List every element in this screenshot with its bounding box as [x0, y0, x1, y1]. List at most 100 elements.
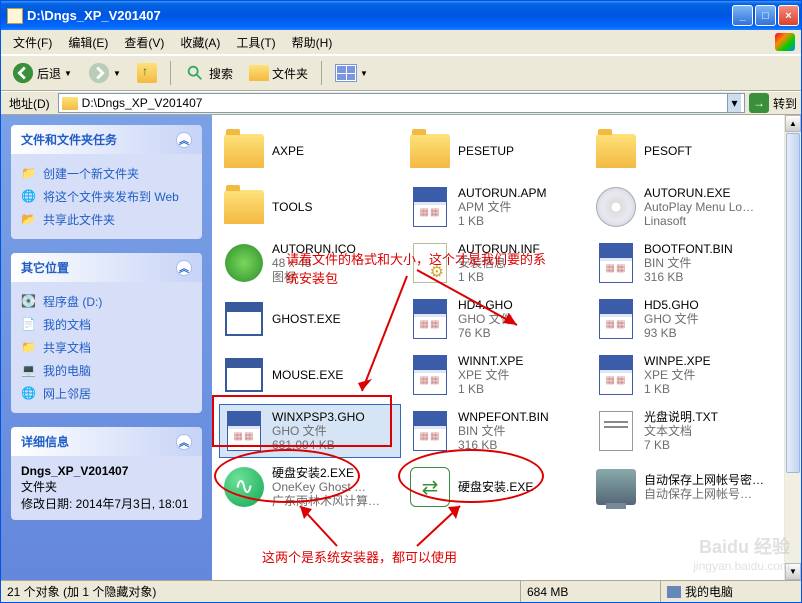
file-tile[interactable]: WINNT.XPEXPE 文件1 KB	[406, 349, 586, 401]
file-cal-icon	[594, 241, 638, 285]
file-name: GHOST.EXE	[272, 312, 341, 326]
file-name: AXPE	[272, 144, 304, 158]
task-share[interactable]: 📂共享此文件夹	[21, 208, 192, 231]
details-modified: 修改日期: 2014年7月3日, 18:01	[21, 495, 192, 512]
go-label[interactable]: 转到	[773, 95, 797, 112]
scroll-up-button[interactable]: ▲	[785, 115, 801, 132]
file-tile[interactable]: AUTORUN.APMAPM 文件1 KB	[406, 181, 586, 233]
file-tile[interactable]: AXPE	[220, 125, 400, 177]
file-tile[interactable]: AUTORUN.INF安装信息1 KB	[406, 237, 586, 289]
file-name: PESOFT	[644, 144, 692, 158]
menu-help[interactable]: 帮助(H)	[284, 31, 341, 54]
computer-icon	[667, 586, 681, 598]
sidebar: 文件和文件夹任务 ︽ 📁创建一个新文件夹 🌐将这个文件夹发布到 Web 📂共享此…	[1, 115, 212, 580]
file-tile[interactable]: WNPEFONT.BINBIN 文件316 KB	[406, 405, 586, 457]
file-tile[interactable]: WINPE.XPEXPE 文件1 KB	[592, 349, 772, 401]
collapse-icon[interactable]: ︽	[176, 260, 192, 276]
back-button[interactable]: 后退 ▼	[5, 58, 79, 88]
status-bar: 21 个对象 (加 1 个隐藏对象) 684 MB 我的电脑	[1, 580, 801, 602]
address-input[interactable]: D:\Dngs_XP_V201407 ▾	[58, 93, 745, 113]
file-info-1: GHO 文件	[644, 312, 699, 326]
vertical-scrollbar[interactable]: ▲ ▼	[784, 115, 801, 580]
scroll-down-button[interactable]: ▼	[785, 563, 801, 580]
address-label: 地址(D)	[5, 95, 54, 112]
tasks-panel-header[interactable]: 文件和文件夹任务 ︽	[11, 125, 202, 154]
menu-tools[interactable]: 工具(T)	[228, 31, 283, 54]
file-cal-icon	[594, 297, 638, 341]
file-name: WINPE.XPE	[644, 354, 711, 368]
task-new-folder[interactable]: 📁创建一个新文件夹	[21, 162, 192, 185]
file-tile[interactable]: 自动保存上网帐号密码到U盘.EXE自动保存上网帐号…	[592, 461, 772, 513]
menu-view[interactable]: 查看(V)	[116, 31, 172, 54]
place-drive-d[interactable]: 💽程序盘 (D:)	[21, 290, 192, 313]
file-tile[interactable]: PESETUP	[406, 125, 586, 177]
file-tile[interactable]: AUTORUN.EXEAutoPlay Menu Lo…Linasoft	[592, 181, 772, 233]
close-button[interactable]: ×	[778, 5, 799, 26]
file-list-area[interactable]: AXPE PESETUP PESOFT TOOLS AUTORUN.APMAPM 文件1…	[212, 115, 784, 580]
go-button[interactable]: →	[749, 93, 769, 113]
maximize-button[interactable]: □	[755, 5, 776, 26]
folders-button[interactable]: 文件夹	[242, 61, 315, 86]
file-info-2: 1 KB	[458, 270, 540, 284]
collapse-icon[interactable]: ︽	[176, 132, 192, 148]
file-info-1: OneKey Ghost …	[272, 480, 380, 494]
file-info-2: 681,094 KB	[272, 438, 365, 452]
file-tile[interactable]: MOUSE.EXE	[220, 349, 400, 401]
file-folder-icon	[594, 129, 638, 173]
up-button[interactable]	[130, 59, 164, 87]
computer-icon: 💻	[21, 363, 37, 379]
folder-icon	[62, 97, 78, 110]
menu-file[interactable]: 文件(F)	[5, 31, 60, 54]
forward-button[interactable]: ▼	[81, 58, 128, 88]
file-tile[interactable]: ⇄硬盘安装.EXE	[406, 461, 586, 513]
file-ico-icon	[222, 241, 266, 285]
file-tile[interactable]: 硬盘安装2.EXEOneKey Ghost …广东雨林木风计算…	[220, 461, 400, 513]
file-name: WNPEFONT.BIN	[458, 410, 549, 424]
file-tile[interactable]: HD4.GHOGHO 文件76 KB	[406, 293, 586, 345]
details-panel-header[interactable]: 详细信息 ︽	[11, 427, 202, 456]
file-info-2: Linasoft	[644, 214, 754, 228]
file-tile[interactable]: HD5.GHOGHO 文件93 KB	[592, 293, 772, 345]
place-shared-docs[interactable]: 📁共享文档	[21, 336, 192, 359]
task-publish-web[interactable]: 🌐将这个文件夹发布到 Web	[21, 185, 192, 208]
folders-label: 文件夹	[272, 65, 308, 82]
file-folder-icon	[408, 129, 452, 173]
file-tile[interactable]: BOOTFONT.BINBIN 文件316 KB	[592, 237, 772, 289]
file-cd-icon	[594, 185, 638, 229]
file-info-1: BIN 文件	[644, 256, 733, 270]
file-info-2: 76 KB	[458, 326, 513, 340]
file-name: TOOLS	[272, 200, 312, 214]
chevron-down-icon: ▼	[64, 69, 72, 78]
file-folder-icon	[222, 185, 266, 229]
file-folder-icon	[222, 129, 266, 173]
scroll-track[interactable]	[785, 474, 801, 563]
views-icon	[335, 64, 357, 82]
views-button[interactable]: ▼	[328, 60, 375, 86]
file-green-icon	[222, 465, 266, 509]
search-button[interactable]: 搜索	[177, 58, 240, 88]
scroll-thumb[interactable]	[786, 133, 800, 473]
minimize-button[interactable]: _	[732, 5, 753, 26]
menu-edit[interactable]: 编辑(E)	[60, 31, 116, 54]
file-info-1: BIN 文件	[458, 424, 549, 438]
place-my-documents[interactable]: 📄我的文档	[21, 313, 192, 336]
documents-icon: 📄	[21, 317, 37, 333]
file-name: 硬盘安装2.EXE	[272, 466, 380, 480]
search-icon	[184, 62, 206, 84]
place-my-computer[interactable]: 💻我的电脑	[21, 359, 192, 382]
file-tile[interactable]: GHOST.EXE	[220, 293, 400, 345]
file-tile[interactable]: WINXPSP3.GHOGHO 文件681,094 KB	[220, 405, 400, 457]
drive-icon: 💽	[21, 294, 37, 310]
status-objects: 21 个对象 (加 1 个隐藏对象)	[1, 581, 521, 602]
file-tile[interactable]: 光盘说明.TXT文本文档7 KB	[592, 405, 772, 457]
collapse-icon[interactable]: ︽	[176, 434, 192, 450]
menu-favorites[interactable]: 收藏(A)	[172, 31, 228, 54]
file-tile[interactable]: TOOLS	[220, 181, 400, 233]
tasks-panel: 文件和文件夹任务 ︽ 📁创建一个新文件夹 🌐将这个文件夹发布到 Web 📂共享此…	[11, 125, 202, 239]
places-panel-header[interactable]: 其它位置 ︽	[11, 253, 202, 282]
address-dropdown[interactable]: ▾	[727, 94, 741, 112]
file-tile[interactable]: AUTORUN.ICO48 x 48图标	[220, 237, 400, 289]
windows-flag-icon	[775, 33, 795, 51]
file-tile[interactable]: PESOFT	[592, 125, 772, 177]
place-network[interactable]: 🌐网上邻居	[21, 382, 192, 405]
